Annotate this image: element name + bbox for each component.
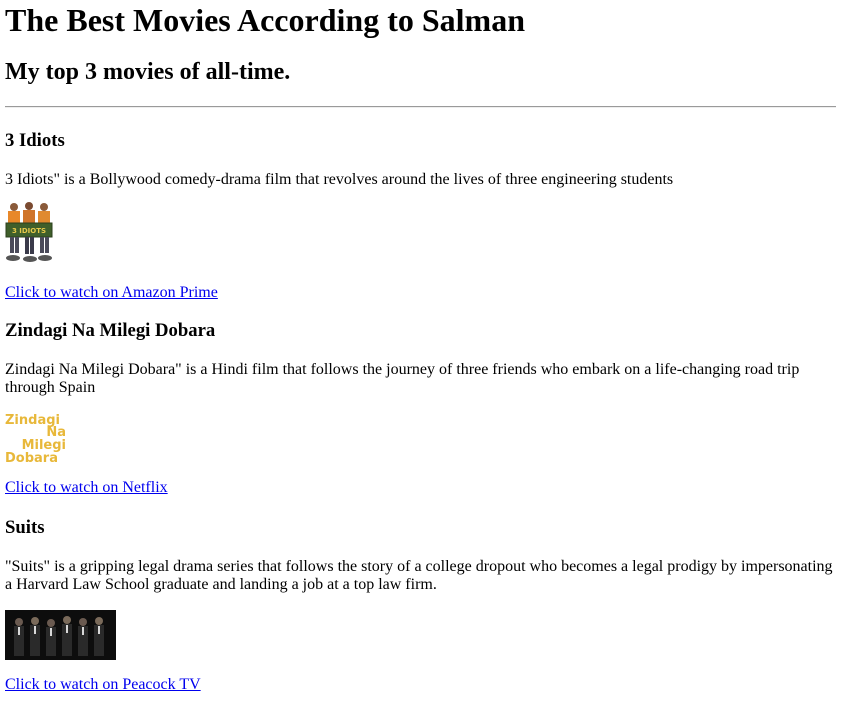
poster-logo-text: 3 IDIOTS xyxy=(12,227,46,235)
suits-cast-image xyxy=(5,610,116,660)
poster-logo-line-4: Dobara xyxy=(5,451,58,464)
znmd-logo-image: Zindagi Na Milegi Dobara xyxy=(5,412,67,464)
divider xyxy=(5,106,836,108)
movie-3-idiots: 3 Idiots 3 Idiots" is a Bollywood comedy… xyxy=(5,130,836,302)
movie-suits: Suits "Suits" is a gripping legal drama … xyxy=(5,517,836,694)
movie-title: 3 Idiots xyxy=(5,130,65,151)
movie-description: Zindagi Na Milegi Dobara" is a Hindi fil… xyxy=(5,361,800,396)
movie-title: Zindagi Na Milegi Dobara xyxy=(5,320,216,341)
movie-description: 3 Idiots" is a Bollywood comedy-drama fi… xyxy=(5,171,674,188)
netflix-link[interactable]: Click to watch on Netflix xyxy=(5,479,168,497)
peacock-tv-link[interactable]: Click to watch on Peacock TV xyxy=(5,676,201,694)
page-title: The Best Movies According to Salman xyxy=(5,2,525,38)
page-subtitle: My top 3 movies of all-time. xyxy=(5,59,291,85)
amazon-prime-link[interactable]: Click to watch on Amazon Prime xyxy=(5,284,218,302)
movie-description: "Suits" is a gripping legal drama series… xyxy=(5,558,833,593)
movie-zindagi-na-milegi-dobara: Zindagi Na Milegi Dobara Zindagi Na Mile… xyxy=(5,320,836,497)
movie-title: Suits xyxy=(5,517,45,538)
3-idiots-poster-image: 3 IDIOTS xyxy=(5,200,53,264)
